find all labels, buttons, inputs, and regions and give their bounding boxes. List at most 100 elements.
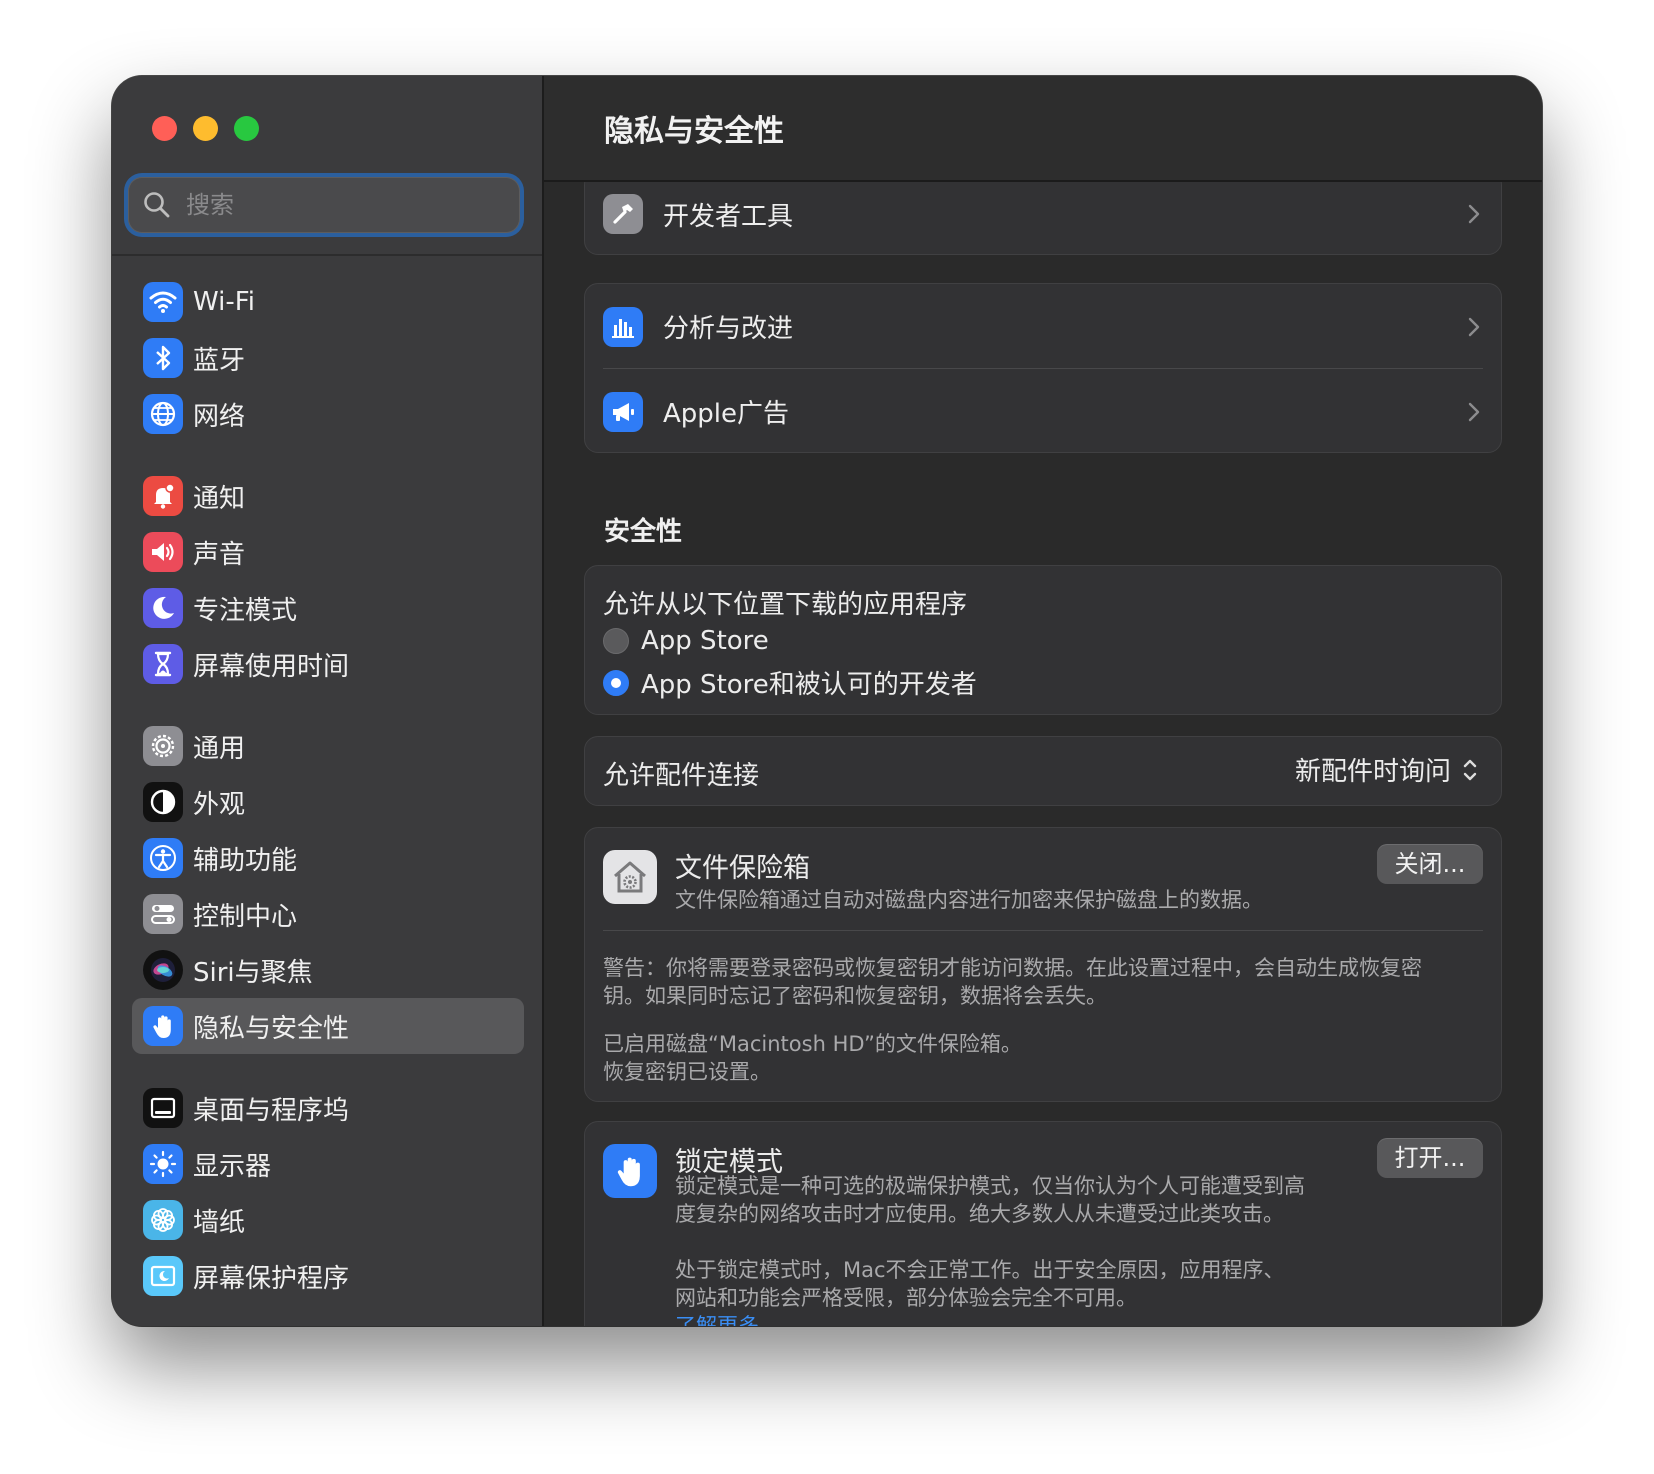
sidebar-item-desktop-dock[interactable]: 桌面与程序坞 xyxy=(132,1080,524,1136)
lockdown-description-line: 处于锁定模式时，Mac不会正常工作。出于安全原因，应用程序、 xyxy=(675,1258,1285,1282)
sidebar-item-general[interactable]: 通用 xyxy=(132,718,524,774)
main-content: 开发者工具 分析与改进 Apple广告 安全性 允许从以下位置下载的应用程序 A… xyxy=(544,76,1542,1326)
hand-icon xyxy=(143,1006,183,1046)
filevault-status-line: 恢复密钥已设置。 xyxy=(603,1060,771,1084)
filevault-title: 文件保险箱 xyxy=(675,853,810,884)
radio-label: App Store xyxy=(641,626,769,656)
analytics-label: 分析与改进 xyxy=(663,314,794,344)
sidebar-item-screen-time[interactable]: 屏幕使用时间 xyxy=(132,636,524,692)
minimize-button[interactable] xyxy=(193,116,218,141)
sidebar-item-label: 网络 xyxy=(193,401,246,432)
megaphone-icon xyxy=(603,391,643,432)
accessory-popup-button[interactable]: 新配件时询问 xyxy=(1295,751,1479,788)
analytics-row[interactable]: 分析与改进 xyxy=(585,284,1501,369)
filevault-status-line: 已启用磁盘“Macintosh HD”的文件保险箱。 xyxy=(603,1032,1022,1056)
radio-option-identified-developers[interactable]: App Store和被认可的开发者 xyxy=(603,664,977,701)
apple-ads-row[interactable]: Apple广告 xyxy=(585,369,1501,454)
sidebar-item-sound[interactable]: 声音 xyxy=(132,524,524,580)
gear-icon xyxy=(143,726,183,766)
sidebar-item-network[interactable]: 网络 xyxy=(132,386,524,442)
hourglass-icon xyxy=(143,644,183,684)
developer-tools-label: 开发者工具 xyxy=(663,201,794,232)
screensaver-icon xyxy=(143,1256,183,1296)
hand-icon xyxy=(603,1144,657,1198)
sidebar-item-appearance[interactable]: 外观 xyxy=(132,774,524,830)
filevault-card: 文件保险箱 文件保险箱通过自动对磁盘内容进行加密来保护磁盘上的数据。 关闭...… xyxy=(584,827,1502,1102)
sidebar-item-wifi[interactable]: Wi-Fi xyxy=(132,274,524,330)
lockdown-card: 锁定模式 锁定模式是一种可选的极端保护模式，仅当你认为个人可能遭受到高 度复杂的… xyxy=(584,1121,1502,1326)
filevault-warning: 警告：你将需要登录密码或恢复密钥才能访问数据。在此设置过程中，会自动生成恢复密 … xyxy=(603,954,1422,1010)
zoom-button[interactable] xyxy=(234,116,259,141)
page-title: 隐私与安全性 xyxy=(604,114,784,149)
sidebar-item-displays[interactable]: 显示器 xyxy=(132,1136,524,1192)
filevault-warning-line: 警告：你将需要登录密码或恢复密钥才能访问数据。在此设置过程中，会自动生成恢复密 xyxy=(603,956,1422,980)
search-input[interactable] xyxy=(184,190,488,220)
sidebar-item-label: 控制中心 xyxy=(193,901,298,932)
sidebar-item-label: Wi-Fi xyxy=(193,287,256,317)
sidebar: Wi-Fi 蓝牙 网络 通知 xyxy=(112,76,544,1326)
sidebar-item-notifications[interactable]: 通知 xyxy=(132,468,524,524)
siri-icon xyxy=(143,950,183,990)
sidebar-item-control-center[interactable]: 控制中心 xyxy=(132,886,524,942)
allowed-apps-card: 允许从以下位置下载的应用程序 App Store App Store和被认可的开… xyxy=(584,565,1502,715)
flower-icon xyxy=(143,1200,183,1240)
sidebar-item-siri[interactable]: Siri与聚焦 xyxy=(132,942,524,998)
sidebar-item-label: 墙纸 xyxy=(193,1207,246,1238)
sidebar-item-label: 专注模式 xyxy=(193,595,298,626)
radio-button[interactable] xyxy=(603,628,629,654)
security-section-heading: 安全性 xyxy=(604,517,683,547)
radio-label: App Store和被认可的开发者 xyxy=(641,670,977,700)
filevault-warning-line: 钥。如果同时忘记了密码和恢复密钥，数据将会丢失。 xyxy=(603,984,1107,1008)
control-center-icon xyxy=(143,894,183,934)
sidebar-item-label: 桌面与程序坞 xyxy=(193,1095,350,1126)
card-divider xyxy=(603,930,1483,931)
sidebar-nav: Wi-Fi 蓝牙 网络 通知 声音 专注模式 屏幕使用时间 通用 外观 辅助功能… xyxy=(132,274,524,1304)
sidebar-item-label: 隐私与安全性 xyxy=(193,1013,350,1044)
developer-tools-card: 开发者工具 xyxy=(584,171,1502,255)
sidebar-item-label: 外观 xyxy=(193,789,246,820)
moon-icon xyxy=(143,588,183,628)
dock-icon xyxy=(143,1088,183,1128)
sidebar-item-label: 辅助功能 xyxy=(193,845,298,876)
sidebar-item-privacy-security[interactable]: 隐私与安全性 xyxy=(132,998,524,1054)
lockdown-description-line: 度复杂的网络攻击时才应使用。绝大多数人从未遭受过此类攻击。 xyxy=(675,1202,1284,1226)
sidebar-item-accessibility[interactable]: 辅助功能 xyxy=(132,830,524,886)
chevron-right-icon xyxy=(1468,317,1480,336)
traffic-lights xyxy=(152,116,259,141)
lockdown-turn-on-button[interactable]: 打开... xyxy=(1377,1138,1483,1178)
sidebar-item-focus[interactable]: 专注模式 xyxy=(132,580,524,636)
radio-option-app-store[interactable]: App Store xyxy=(603,626,769,656)
sidebar-item-label: Siri与聚焦 xyxy=(193,957,313,988)
bell-icon xyxy=(143,476,183,516)
appearance-icon xyxy=(143,782,183,822)
sidebar-item-label: 屏幕保护程序 xyxy=(193,1263,350,1294)
learn-more-link[interactable]: 了解更多... xyxy=(675,1312,1305,1326)
close-button[interactable] xyxy=(152,116,177,141)
sidebar-item-wallpaper[interactable]: 墙纸 xyxy=(132,1192,524,1248)
sidebar-item-bluetooth[interactable]: 蓝牙 xyxy=(132,330,524,386)
sidebar-item-label: 显示器 xyxy=(193,1151,272,1182)
search-field[interactable] xyxy=(128,177,520,233)
sidebar-item-screensaver[interactable]: 屏幕保护程序 xyxy=(132,1248,524,1304)
sidebar-item-label: 通用 xyxy=(193,733,246,764)
sidebar-item-label: 声音 xyxy=(193,539,246,570)
speaker-icon xyxy=(143,532,183,572)
globe-icon xyxy=(143,394,183,434)
toolbar: 隐私与安全性 xyxy=(544,76,1542,182)
accessibility-icon xyxy=(143,838,183,878)
accessory-value: 新配件时询问 xyxy=(1294,757,1451,787)
chevron-right-icon xyxy=(1468,402,1480,421)
bluetooth-icon xyxy=(143,338,183,378)
developer-tools-row[interactable]: 开发者工具 xyxy=(585,172,1501,256)
apple-ads-label: Apple广告 xyxy=(663,399,790,429)
updown-chevron-icon xyxy=(1463,759,1477,780)
search-icon xyxy=(144,192,170,218)
radio-button-selected[interactable] xyxy=(603,669,629,696)
lockdown-description-line: 网站和功能会严格受限，部分体验会完全不可用。 xyxy=(675,1286,1137,1310)
sidebar-item-label: 通知 xyxy=(193,483,246,514)
sidebar-item-label: 屏幕使用时间 xyxy=(193,651,350,682)
filevault-turn-off-button[interactable]: 关闭... xyxy=(1377,844,1483,884)
